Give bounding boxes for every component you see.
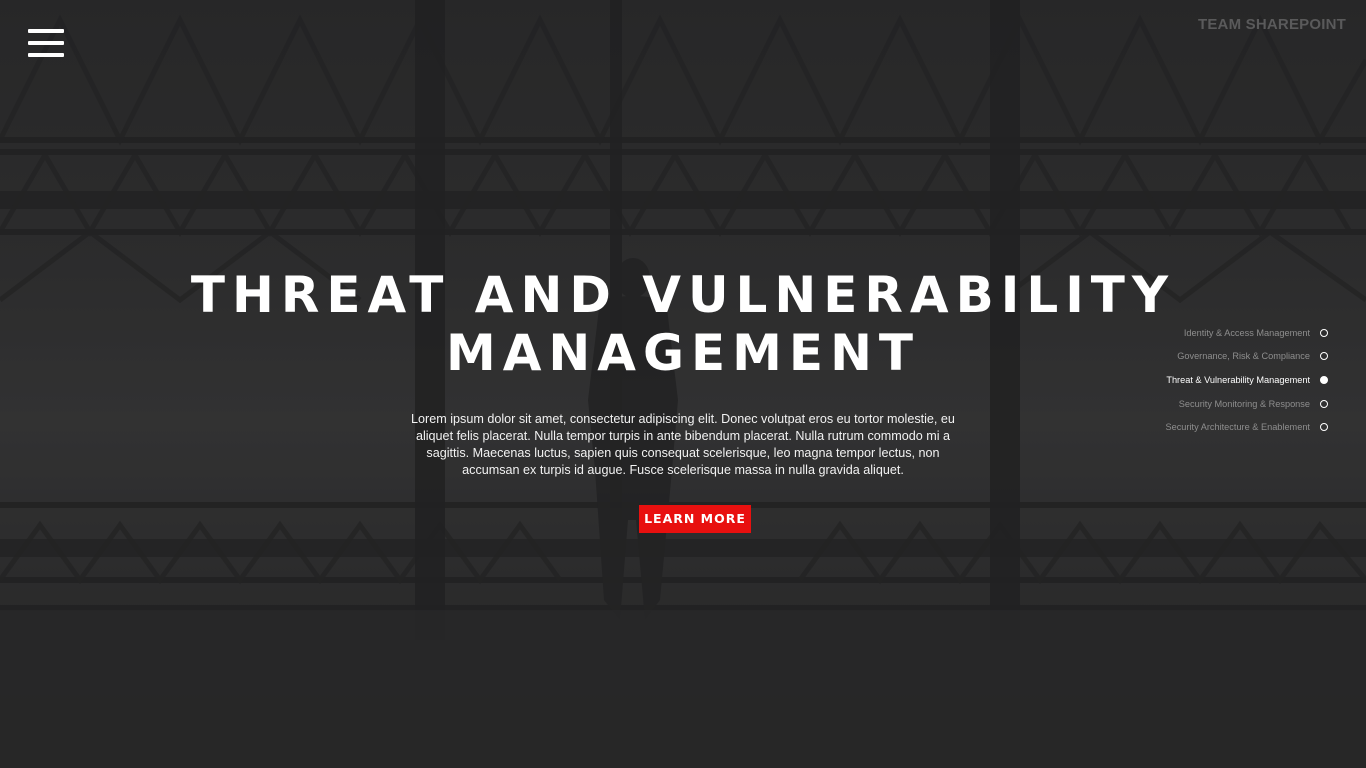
brand-name[interactable]: TEAM SHAREPOINT	[1198, 16, 1346, 33]
section-nav-item-identity-access[interactable]: Identity & Access Management	[1165, 321, 1328, 345]
page-title: THREAT AND VULNERABILITY MANAGEMENT	[0, 266, 1366, 382]
nav-dot-active-icon[interactable]	[1320, 375, 1328, 384]
menu-bar-top	[28, 29, 64, 33]
menu-bar-middle	[28, 41, 64, 45]
section-nav-label: Governance, Risk & Compliance	[1177, 351, 1310, 362]
section-nav-label: Identity & Access Management	[1183, 327, 1310, 338]
hero-description: Lorem ipsum dolor sit amet, consectetur …	[411, 412, 955, 477]
section-nav-item-threat-vulnerability[interactable]: Threat & Vulnerability Management	[1165, 368, 1328, 392]
section-nav-label: Threat & Vulnerability Management	[1166, 374, 1310, 385]
section-nav-label: Security Monitoring & Response	[1178, 398, 1310, 409]
section-nav: Identity & Access Management Governance,…	[1165, 321, 1328, 439]
section-nav-item-governance-risk[interactable]: Governance, Risk & Compliance	[1165, 345, 1328, 369]
menu-bar-bottom	[28, 53, 64, 57]
nav-dot-icon[interactable]	[1320, 423, 1328, 432]
hero-section: TEAM SHAREPOINT THREAT AND VULNERABILITY…	[0, 0, 1366, 768]
learn-more-button[interactable]: LEARN MORE	[639, 505, 751, 533]
section-nav-label: Security Architecture & Enablement	[1165, 422, 1310, 433]
nav-dot-icon[interactable]	[1320, 399, 1328, 408]
section-nav-item-security-architecture[interactable]: Security Architecture & Enablement	[1165, 415, 1328, 439]
page-title-line-2: MANAGEMENT	[445, 324, 921, 382]
page-title-line-1: THREAT AND VULNERABILITY	[190, 266, 1176, 324]
nav-dot-icon[interactable]	[1320, 328, 1328, 337]
hamburger-menu-icon[interactable]	[28, 29, 64, 59]
nav-dot-icon[interactable]	[1320, 352, 1328, 361]
background-image	[0, 0, 1366, 768]
section-nav-item-security-monitoring[interactable]: Security Monitoring & Response	[1165, 392, 1328, 416]
